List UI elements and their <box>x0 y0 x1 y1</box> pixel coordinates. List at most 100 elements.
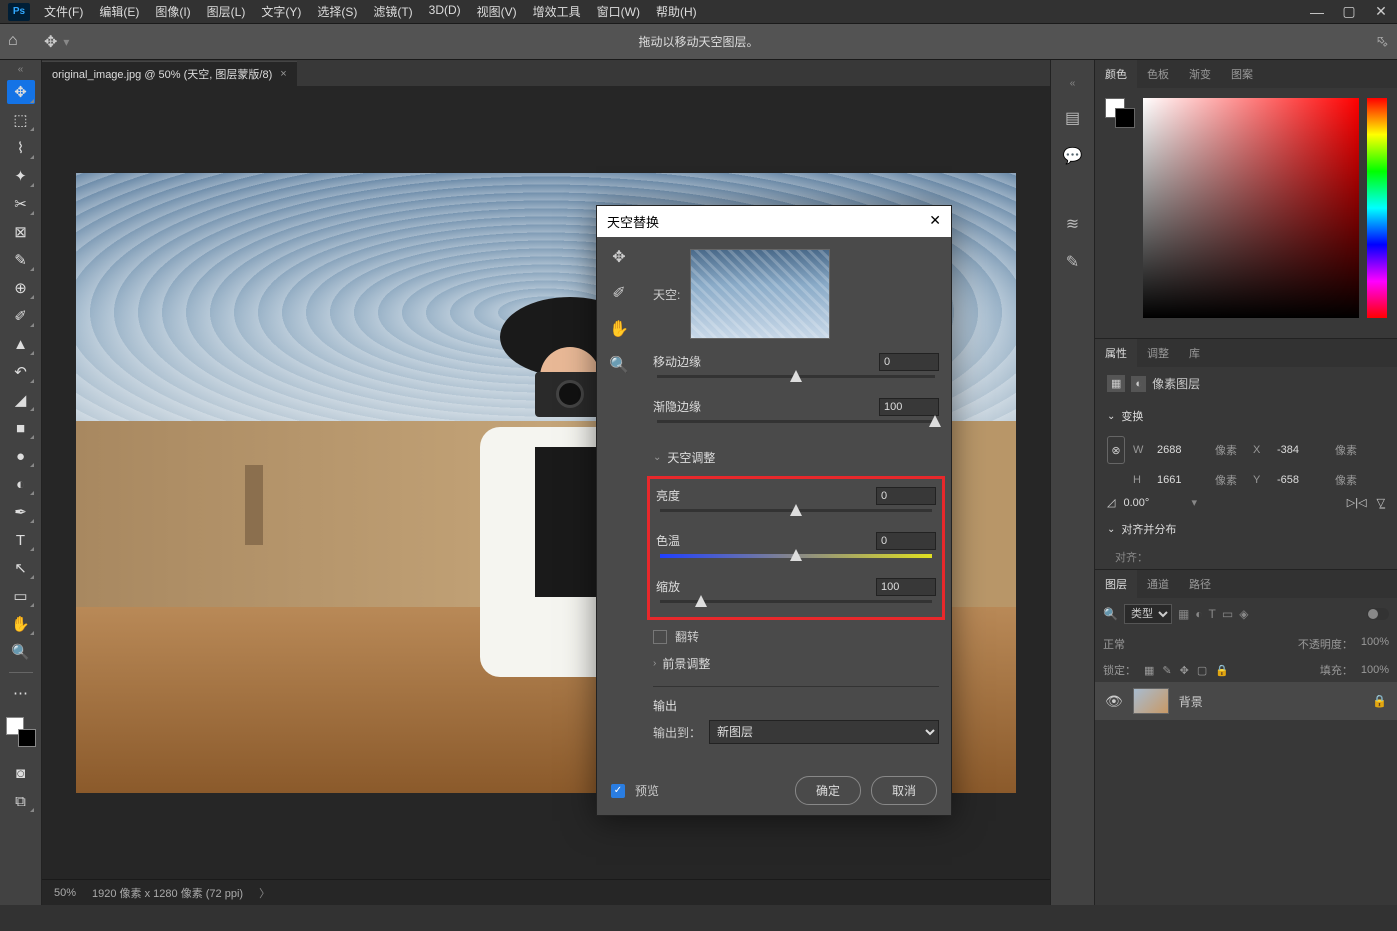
opacity-value[interactable]: 100% <box>1361 636 1389 652</box>
lock-artboard-icon[interactable]: ▢ <box>1197 664 1207 677</box>
selection-tool[interactable]: ✦ <box>7 164 35 188</box>
maximize-button[interactable]: ▢ <box>1333 0 1365 24</box>
tab-close-icon[interactable]: × <box>280 68 286 80</box>
gradient-tool[interactable]: ■ <box>7 416 35 440</box>
height-input[interactable] <box>1157 474 1207 486</box>
hand-tool[interactable]: ✋ <box>7 612 35 636</box>
layer-row-background[interactable]: 👁 背景 🔒 <box>1095 682 1397 720</box>
menu-帮助(H)[interactable]: 帮助(H) <box>650 0 703 23</box>
screenmode-tool[interactable]: ⧉ <box>7 789 35 813</box>
tab-颜色[interactable]: 颜色 <box>1095 60 1137 88</box>
fg-adjust-section[interactable]: ›前景调整 <box>653 649 939 678</box>
transform-section[interactable]: ⌄变换 <box>1095 400 1397 432</box>
hue-slider[interactable] <box>1367 98 1387 318</box>
libraries-icon[interactable]: ▤ <box>1065 108 1080 128</box>
zoom-level[interactable]: 50% <box>54 887 76 899</box>
text-tool[interactable]: T <box>7 528 35 552</box>
tab-调整[interactable]: 调整 <box>1137 339 1179 367</box>
eraser-tool[interactable]: ◢ <box>7 388 35 412</box>
angle-input[interactable] <box>1123 497 1183 509</box>
tab-图层[interactable]: 图层 <box>1095 570 1137 598</box>
menu-选择(S)[interactable]: 选择(S) <box>311 0 363 23</box>
menu-3D(D)[interactable]: 3D(D) <box>423 0 467 23</box>
color-picker[interactable] <box>1143 98 1359 318</box>
panel-color-swatches[interactable] <box>1105 98 1135 128</box>
share-icon[interactable]: ⇪ <box>1370 30 1394 54</box>
lasso-tool[interactable]: ⌇ <box>7 136 35 160</box>
minimize-button[interactable]: — <box>1301 0 1333 24</box>
quickmask-tool[interactable]: ◙ <box>7 761 35 785</box>
eyedropper-tool[interactable]: ✎ <box>7 248 35 272</box>
tab-色板[interactable]: 色板 <box>1137 60 1179 88</box>
comments-icon[interactable]: 💬 <box>1063 146 1083 166</box>
move-edge-slider[interactable] <box>657 375 935 378</box>
frame-tool[interactable]: ⊠ <box>7 220 35 244</box>
status-arrow-icon[interactable]: 〉 <box>259 885 270 901</box>
y-input[interactable] <box>1277 474 1327 486</box>
pen-tool[interactable]: ✒ <box>7 500 35 524</box>
lock-all-icon[interactable]: 🔒 <box>1215 664 1229 677</box>
move-tool[interactable]: ✥ <box>7 80 35 104</box>
preview-checkbox[interactable]: ✓ <box>611 784 625 798</box>
flip-h-icon[interactable]: ▷|◁ <box>1347 496 1367 509</box>
move-tool-icon[interactable]: ✥ <box>44 32 57 52</box>
color-swatches[interactable] <box>6 717 36 747</box>
fill-value[interactable]: 100% <box>1361 664 1389 676</box>
close-button[interactable]: ✕ <box>1365 0 1397 24</box>
align-section[interactable]: ⌄对齐并分布 <box>1095 513 1397 545</box>
fade-edge-input[interactable] <box>879 398 939 416</box>
menu-增效工具[interactable]: 增效工具 <box>527 0 587 23</box>
flip-v-icon[interactable]: ▽̲ <box>1377 496 1385 509</box>
collapse-right-icon[interactable]: « <box>1051 78 1094 90</box>
tab-库[interactable]: 库 <box>1179 339 1210 367</box>
zoom-tool[interactable]: 🔍 <box>7 640 35 664</box>
dialog-close-icon[interactable]: ✕ <box>929 212 941 231</box>
filter-adjust-icon[interactable]: ◐ <box>1195 607 1202 621</box>
tab-路径[interactable]: 路径 <box>1179 570 1221 598</box>
blur-tool[interactable]: ● <box>7 444 35 468</box>
dlg-brush-tool[interactable]: ✐ <box>612 283 625 303</box>
layer-filter-select[interactable]: 类型 <box>1124 604 1172 624</box>
crop-tool[interactable]: ✂ <box>7 192 35 216</box>
brightness-slider[interactable] <box>660 509 932 512</box>
tab-渐变[interactable]: 渐变 <box>1179 60 1221 88</box>
lock-pixels-icon[interactable]: ▦ <box>1144 664 1154 677</box>
ellipsis-icon[interactable]: ⋯ <box>7 681 35 705</box>
lock-move-icon[interactable]: ✥ <box>1180 664 1189 677</box>
ok-button[interactable]: 确定 <box>795 776 861 805</box>
dlg-hand-tool[interactable]: ✋ <box>609 319 629 339</box>
menu-文字(Y)[interactable]: 文字(Y) <box>255 0 307 23</box>
brush-settings-icon[interactable]: ✎ <box>1066 252 1079 272</box>
flip-checkbox[interactable] <box>653 630 667 644</box>
search-icon[interactable]: 🔍 <box>1103 607 1118 621</box>
healing-tool[interactable]: ⊕ <box>7 276 35 300</box>
scale-input[interactable] <box>876 578 936 596</box>
brushes-icon[interactable]: ≋ <box>1066 214 1079 234</box>
history-brush-tool[interactable]: ↶ <box>7 360 35 384</box>
link-wh-icon[interactable]: ⊗ <box>1107 436 1125 464</box>
tab-图案[interactable]: 图案 <box>1221 60 1263 88</box>
x-input[interactable] <box>1277 444 1327 456</box>
cancel-button[interactable]: 取消 <box>871 776 937 805</box>
filter-pixel-icon[interactable]: ▦ <box>1178 607 1189 621</box>
path-tool[interactable]: ↖ <box>7 556 35 580</box>
fade-edge-slider[interactable] <box>657 420 935 423</box>
width-input[interactable] <box>1157 444 1207 456</box>
menu-编辑(E)[interactable]: 编辑(E) <box>93 0 145 23</box>
dodge-tool[interactable]: ◐ <box>7 472 35 496</box>
blend-mode[interactable]: 正常 <box>1103 636 1125 652</box>
menu-滤镜(T)[interactable]: 滤镜(T) <box>367 0 418 23</box>
menu-窗口(W)[interactable]: 窗口(W) <box>591 0 646 23</box>
dlg-zoom-tool[interactable]: 🔍 <box>609 355 629 375</box>
dialog-titlebar[interactable]: 天空替换 ✕ <box>597 206 951 237</box>
shape-tool[interactable]: ▭ <box>7 584 35 608</box>
home-icon[interactable]: ⌂ <box>8 32 28 52</box>
menu-文件(F)[interactable]: 文件(F) <box>38 0 89 23</box>
temp-slider[interactable] <box>660 554 932 558</box>
filter-smart-icon[interactable]: ◈ <box>1239 607 1248 621</box>
temp-input[interactable] <box>876 532 936 550</box>
document-tab[interactable]: original_image.jpg @ 50% (天空, 图层蒙版/8) × <box>42 61 297 86</box>
menu-图层(L)[interactable]: 图层(L) <box>201 0 252 23</box>
tab-通道[interactable]: 通道 <box>1137 570 1179 598</box>
marquee-tool[interactable]: ⬚ <box>7 108 35 132</box>
